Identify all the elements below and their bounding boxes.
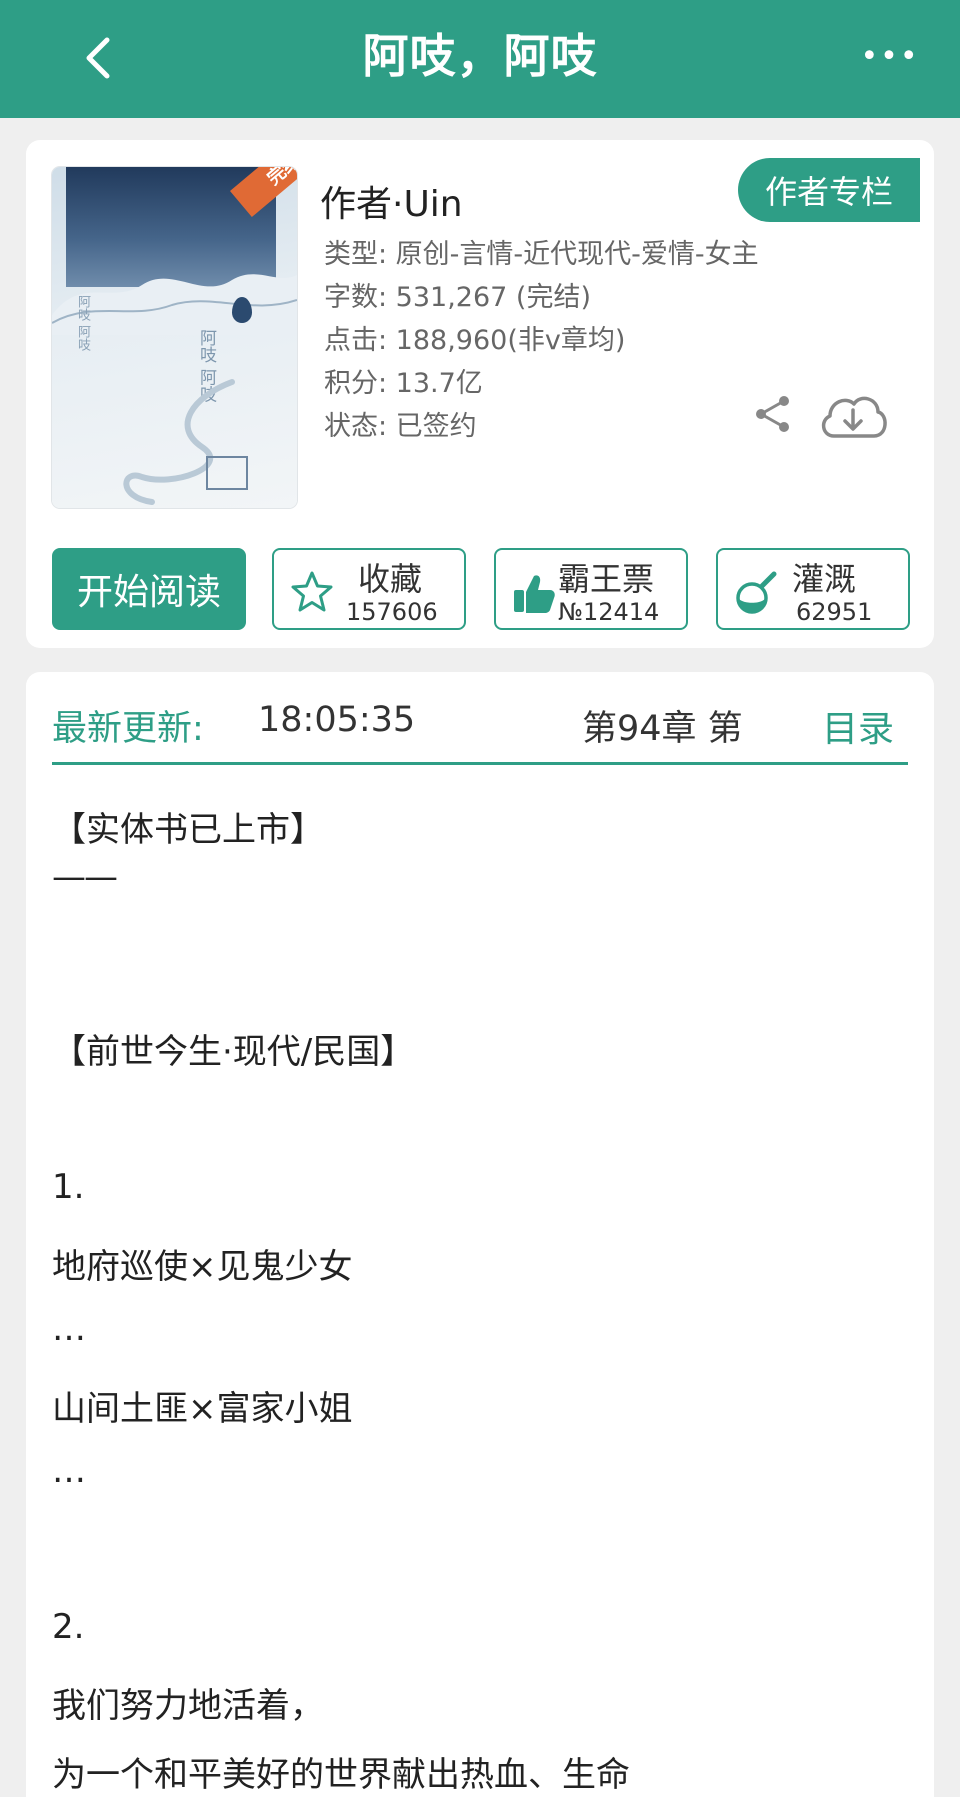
desc-line: 地府巡使×见鬼少女 xyxy=(52,1247,353,1287)
cloud-download-icon[interactable] xyxy=(816,390,890,444)
water-button[interactable]: 灌溉 62951 xyxy=(716,548,910,630)
book-cover[interactable]: 阿吱 阿吱 阿吱 阿吱 完结 xyxy=(52,167,297,508)
cover-ink-drop xyxy=(232,297,252,323)
author-column-button[interactable]: 作者专栏 xyxy=(738,158,920,222)
favorite-count: 157606 xyxy=(346,598,438,626)
back-button[interactable] xyxy=(68,28,128,88)
favorite-button[interactable]: 收藏 157606 xyxy=(272,548,466,630)
book-score: 积分: 13.7亿 xyxy=(324,368,483,399)
desc-line: 1. xyxy=(52,1167,85,1207)
desc-line: 【前世今生·现代/民国】 xyxy=(52,1032,415,1072)
book-clicks: 点击: 188,960(非v章均) xyxy=(324,325,626,356)
desc-line: 山间土匪×富家小姐 xyxy=(52,1389,353,1429)
page-title: 阿吱，阿吱 xyxy=(362,29,598,83)
desc-line: 2. xyxy=(52,1607,85,1647)
water-count: 62951 xyxy=(796,598,873,626)
more-button[interactable]: ••• xyxy=(855,26,925,86)
author-name[interactable]: 作者·Uin xyxy=(320,175,463,227)
book-detail-card: 最新更新: 18:05:35 第94章 第 目录 【实体书已上市】 —— 【前世… xyxy=(26,672,934,1797)
watering-flask-icon xyxy=(736,571,777,614)
chevron-left-icon xyxy=(86,37,110,79)
thumbs-up-icon xyxy=(514,575,555,613)
book-type: 类型: 原创-言情-近代现代-爱情-女主 xyxy=(324,239,759,270)
vote-button[interactable]: 霸王票 №12414 xyxy=(494,548,688,630)
table-of-contents-button[interactable]: 目录 xyxy=(822,700,894,752)
desc-line: —— xyxy=(52,857,118,897)
desc-line: … xyxy=(52,1309,86,1349)
book-word-count: 字数: 531,267 (完结) xyxy=(324,282,591,313)
desc-line: … xyxy=(52,1451,86,1491)
update-divider xyxy=(52,762,908,765)
latest-chapter-link[interactable]: 第94章 第 xyxy=(582,700,788,751)
book-status: 状态: 已签约 xyxy=(324,411,477,442)
water-label: 灌溉 xyxy=(792,560,857,598)
desc-line: 为一个和平美好的世界献出热血、生命 xyxy=(52,1755,630,1795)
star-icon xyxy=(291,571,333,612)
cover-swirl-art xyxy=(123,379,248,505)
desc-line: 我们努力地活着， xyxy=(52,1686,324,1726)
book-info-card: 阿吱 阿吱 阿吱 阿吱 完结 作者·Uin 作者专栏 类型: 原创-言情-近代现… xyxy=(26,140,934,648)
latest-update-time: 18:05:35 xyxy=(258,700,416,740)
vote-count: №12414 xyxy=(558,598,660,626)
cover-side-title: 阿吱 阿吱 xyxy=(75,295,90,352)
more-dots-icon: ••• xyxy=(860,38,920,74)
vote-label: 霸王票 xyxy=(558,560,655,598)
start-reading-button[interactable]: 开始阅读 xyxy=(52,548,246,630)
top-bar: 阿吱，阿吱 ••• xyxy=(0,0,960,118)
share-icon[interactable] xyxy=(752,393,794,435)
desc-line: 【实体书已上市】 xyxy=(52,810,324,850)
favorite-label: 收藏 xyxy=(358,560,423,598)
latest-update-label: 最新更新: xyxy=(52,709,204,749)
